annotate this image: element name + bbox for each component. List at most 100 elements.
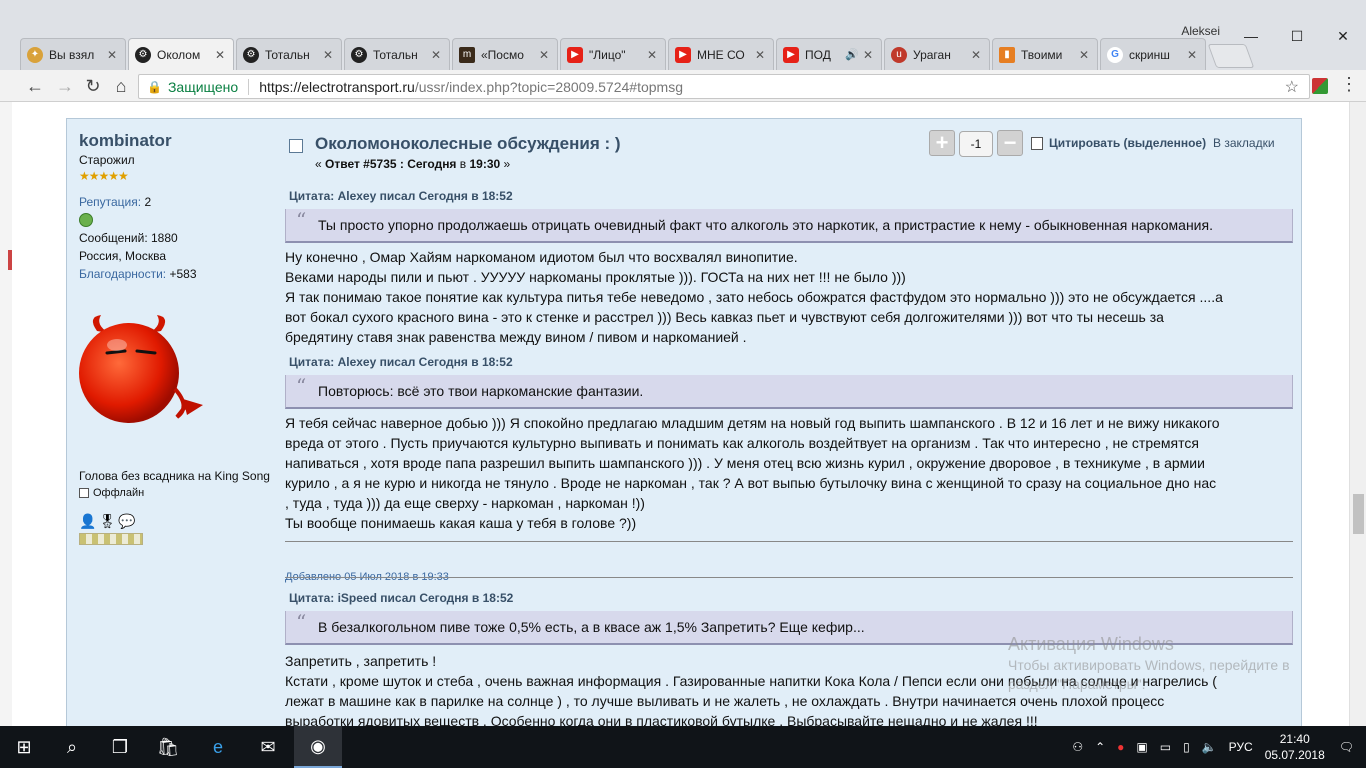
tab-6[interactable]: ▶ МНЕ СО ✕: [668, 38, 774, 70]
tab-10[interactable]: Gскринш ✕: [1100, 38, 1206, 70]
reply-number[interactable]: Ответ #5735 :: [325, 157, 404, 171]
close-icon[interactable]: ✕: [431, 48, 443, 62]
windows-start-icon[interactable]: ⊞: [0, 726, 48, 768]
close-icon[interactable]: ✕: [647, 48, 659, 62]
menu-dots-icon[interactable]: ⋮: [1340, 74, 1358, 95]
battery-icon[interactable]: ▯: [1183, 740, 1190, 754]
activation-watermark-text: раздел "Параметры".: [1008, 676, 1146, 692]
tab-1[interactable]: ⚙ Околом ✕: [128, 38, 234, 70]
tab-4[interactable]: m «Посмо ✕: [452, 38, 558, 70]
reputation-label[interactable]: Репутация:: [79, 195, 141, 209]
close-icon[interactable]: ✕: [971, 48, 983, 62]
body-line: Ну конечно , Омар Хайям наркоманом идиот…: [285, 249, 798, 265]
tab-5[interactable]: ▶ "Лицо" ✕: [560, 38, 666, 70]
tab-8[interactable]: u Ураган ✕: [884, 38, 990, 70]
post-time: 19:30: [469, 157, 501, 171]
tab-title: скринш: [1129, 47, 1170, 62]
screen: Aleksei — ☐ ✕ ✦ Вы взял ✕ ⚙ Околом ✕ ⚙ Тоталь…: [0, 0, 1366, 768]
tab-2[interactable]: ⚙ Тотальн ✕: [236, 38, 342, 70]
post-body-2: Я тебя сейчас наверное добью ))) Я споко…: [285, 413, 1295, 533]
profile-name[interactable]: Aleksei: [1181, 24, 1220, 38]
quote-header[interactable]: Цитата: Alexey писал Сегодня в 18:52: [289, 189, 513, 203]
extension-icon[interactable]: [1312, 78, 1328, 94]
pigeon-icon: ✦: [27, 46, 43, 63]
quote-icon: [1031, 136, 1043, 150]
tab-7[interactable]: ▶ ПОД 🔊 ✕: [776, 38, 882, 70]
speaker-icon: 🔊: [845, 49, 859, 61]
notifications-icon[interactable]: 🗨: [1339, 740, 1354, 754]
close-icon[interactable]: ✕: [323, 48, 335, 62]
clock[interactable]: 21:40 05.07.2018: [1265, 731, 1325, 763]
tab-3[interactable]: ⚙ Тотальн ✕: [344, 38, 450, 70]
speech-bubble-icon[interactable]: 💬: [118, 513, 135, 530]
close-icon[interactable]: ✕: [215, 48, 227, 62]
close-window-button[interactable]: ✕: [1320, 22, 1366, 50]
record-icon[interactable]: ●: [1117, 740, 1124, 754]
store-icon[interactable]: 🛍: [144, 726, 192, 768]
quote-header[interactable]: Цитата: Alexey писал Сегодня в 18:52: [289, 355, 513, 369]
chrome-icon[interactable]: ◉: [294, 726, 342, 768]
scrollbar[interactable]: [1349, 102, 1366, 726]
reputation-icon[interactable]: [79, 213, 93, 227]
people-icon[interactable]: ⚇: [1072, 740, 1083, 754]
scroll-thumb[interactable]: [1353, 494, 1364, 534]
tray-app-icon[interactable]: ▣: [1136, 740, 1147, 754]
browser-toolbar: ← → ↻ ⌂ 🔒 Защищено https://electrotransp…: [0, 70, 1366, 102]
tab-0[interactable]: ✦ Вы взял ✕: [20, 38, 126, 70]
search-icon[interactable]: ⌕: [48, 726, 96, 768]
medal-icon[interactable]: 🎖: [98, 513, 116, 530]
maximize-button[interactable]: ☐: [1274, 22, 1320, 50]
language-indicator[interactable]: РУС: [1229, 740, 1253, 754]
close-icon[interactable]: ✕: [539, 48, 551, 62]
system-tray: ⚇ ⌃ ● ▣ ▭ ▯ 🔈 РУС 21:40 05.07.2018 🗨: [1072, 726, 1366, 768]
back-icon[interactable]: ←: [22, 74, 48, 98]
personal-text: Голова без всадника на King Song: [79, 469, 270, 483]
user-icon[interactable]: 👤: [79, 513, 96, 530]
home-icon[interactable]: ⌂: [108, 74, 134, 98]
close-icon[interactable]: ✕: [107, 48, 119, 62]
wheel-icon: ⚙: [243, 46, 259, 63]
body-line: вреда от этого . Пусть приучаются культу…: [285, 435, 1199, 451]
poster-name[interactable]: kombinator: [79, 131, 279, 151]
forward-icon[interactable]: →: [52, 74, 78, 98]
karma-plus-button[interactable]: +: [929, 130, 955, 156]
karma-minus-button[interactable]: −: [997, 130, 1023, 156]
youtube-icon: ▶: [567, 46, 583, 63]
body-line: Я тебя сейчас наверное добью ))) Я споко…: [285, 415, 1220, 431]
post-icon: [289, 139, 303, 153]
thanks: Благодарности: +583: [79, 265, 279, 283]
body-line: Я так понимаю такое понятие как культура…: [285, 289, 1223, 305]
offline-icon: [79, 488, 89, 498]
post-body-1: Ну конечно , Омар Хайям наркоманом идиот…: [285, 247, 1295, 347]
status-label: Оффлайн: [93, 487, 145, 499]
task-view-icon[interactable]: ❐: [96, 726, 144, 768]
close-icon[interactable]: ✕: [1187, 48, 1199, 62]
quote-header[interactable]: Цитата: iSpeed писал Сегодня в 18:52: [289, 591, 513, 605]
wheel-icon: ⚙: [135, 46, 151, 63]
close-icon[interactable]: ✕: [863, 48, 875, 62]
bookmark-button[interactable]: В закладки: [1213, 136, 1275, 150]
quote-button[interactable]: Цитировать (выделенное): [1031, 136, 1206, 150]
thanks-label[interactable]: Благодарности:: [79, 267, 166, 281]
chart-icon: ▮: [999, 46, 1015, 63]
quote-mark-icon: “: [296, 374, 307, 398]
tab-9[interactable]: ▮ Твоими ✕: [992, 38, 1098, 70]
quote-box: “ Повторюсь: всё это твои наркоманские фа…: [285, 375, 1293, 409]
post-title[interactable]: Околомоноколесные обсуждения : ): [315, 134, 621, 154]
reload-icon[interactable]: ↻: [80, 74, 106, 98]
new-tab-button[interactable]: [1207, 44, 1255, 68]
reputation-value: 2: [144, 195, 152, 209]
bookmark-star-icon[interactable]: ☆: [1285, 77, 1299, 97]
tab-title: Тотальн: [265, 47, 310, 62]
chevron-up-icon[interactable]: ⌃: [1095, 740, 1105, 754]
volume-icon[interactable]: 🔈: [1202, 740, 1217, 754]
edge-icon[interactable]: e: [194, 726, 242, 768]
mail-icon[interactable]: ✉: [244, 726, 292, 768]
body-line: выработки ядовитых веществ . Особенно ко…: [285, 713, 1038, 726]
close-icon[interactable]: ✕: [1079, 48, 1091, 62]
close-icon[interactable]: ✕: [755, 48, 767, 62]
divider: [248, 78, 250, 95]
network-icon[interactable]: ▭: [1160, 740, 1171, 754]
address-bar[interactable]: 🔒 Защищено https://electrotransport.ru/u…: [138, 74, 1310, 99]
reputation: Репутация: 2: [79, 193, 279, 211]
